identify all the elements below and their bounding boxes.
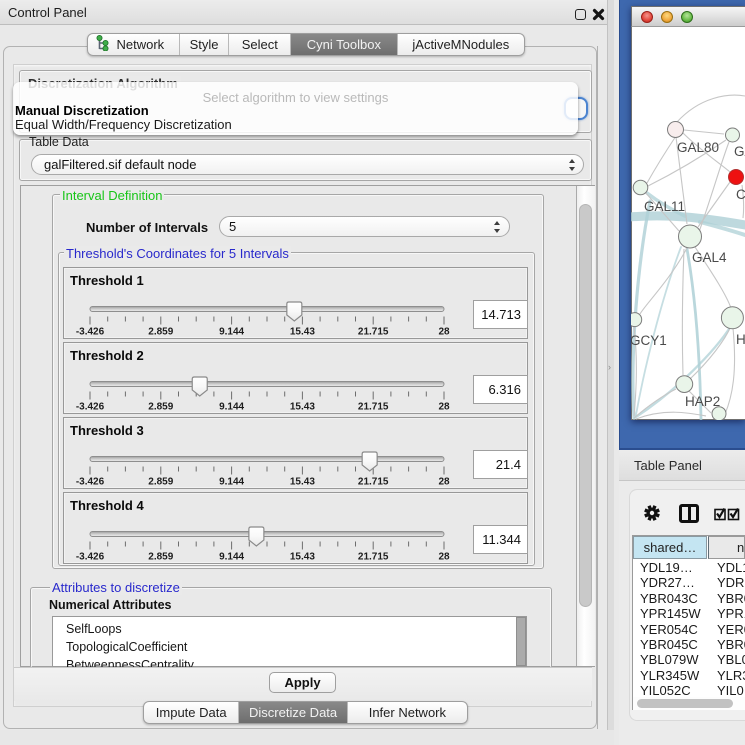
svg-text:HAP2: HAP2	[685, 394, 720, 409]
svg-text:GCY1: GCY1	[631, 333, 667, 348]
svg-text:C: C	[736, 187, 745, 202]
svg-text:15.43: 15.43	[290, 402, 315, 413]
svg-text:-3.426: -3.426	[76, 477, 105, 488]
svg-text:28: 28	[438, 477, 450, 488]
svg-text:GAL80: GAL80	[677, 140, 719, 155]
svg-text:-3.426: -3.426	[76, 402, 105, 413]
svg-text:21.715: 21.715	[358, 402, 389, 413]
svg-text:2.859: 2.859	[148, 327, 173, 338]
svg-text:GAL11: GAL11	[644, 199, 685, 214]
svg-text:15.43: 15.43	[290, 552, 315, 563]
svg-text:2.859: 2.859	[148, 402, 173, 413]
svg-text:28: 28	[438, 327, 450, 338]
svg-text:9.144: 9.144	[219, 552, 244, 563]
svg-text:15.43: 15.43	[290, 477, 315, 488]
svg-text:21.715: 21.715	[358, 552, 389, 563]
svg-text:28: 28	[438, 402, 450, 413]
svg-text:GAL4: GAL4	[692, 250, 727, 265]
svg-text:H: H	[736, 332, 745, 347]
svg-text:-3.426: -3.426	[76, 552, 105, 563]
svg-text:GA: GA	[734, 144, 745, 159]
svg-text:9.144: 9.144	[219, 477, 244, 488]
svg-text:2.859: 2.859	[148, 552, 173, 563]
svg-text:21.715: 21.715	[358, 477, 389, 488]
svg-text:15.43: 15.43	[290, 327, 315, 338]
svg-text:9.144: 9.144	[219, 327, 244, 338]
svg-text:21.715: 21.715	[358, 327, 389, 338]
svg-text:-3.426: -3.426	[76, 327, 105, 338]
svg-text:9.144: 9.144	[219, 402, 244, 413]
svg-text:2.859: 2.859	[148, 477, 173, 488]
svg-text:28: 28	[438, 552, 450, 563]
